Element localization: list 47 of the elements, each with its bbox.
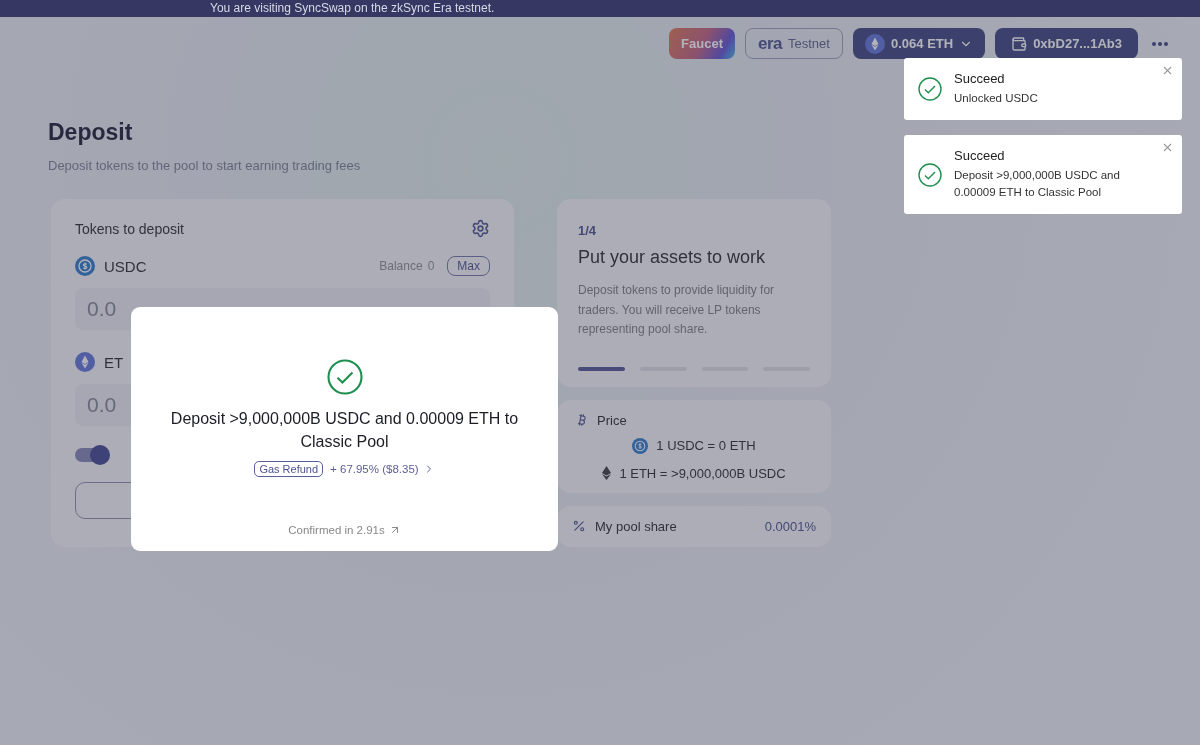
usdc-coin-icon xyxy=(632,437,649,454)
testnet-banner: You are visiting SyncSwap on the zkSync Era testnet. xyxy=(0,0,1200,17)
page-title: Deposit xyxy=(48,119,134,146)
pool-share-label: My pool share xyxy=(595,518,677,534)
balance-value: 0 xyxy=(427,259,435,273)
toast-title: Succeed xyxy=(954,71,1006,86)
balance-button[interactable]: 0.064 ETH xyxy=(852,28,986,59)
toast-text: Unlocked USDC xyxy=(954,91,1039,106)
price-title: Price xyxy=(597,412,627,428)
faucet-button[interactable]: Faucet xyxy=(669,28,735,59)
token-symbol: USDC xyxy=(104,257,147,275)
network-logo: era xyxy=(758,33,783,54)
close-button[interactable] xyxy=(1161,64,1174,77)
toast-text: Deposit >9,000,000B USDC and 0.00009 ETH to Classic Pool xyxy=(954,168,1121,200)
bitcoin-icon xyxy=(575,413,589,427)
network-label: Testnet xyxy=(788,36,830,51)
wallet-button[interactable]: 0xbD27...1Ab3 xyxy=(995,28,1138,59)
usdc-coin-icon xyxy=(75,256,95,276)
close-button[interactable] xyxy=(1161,141,1174,154)
toast-title: Succeed xyxy=(954,148,1006,163)
success-check-icon xyxy=(918,77,942,101)
price-rate: 1 USDC = 0 ETH xyxy=(656,438,756,453)
ethereum-icon xyxy=(602,466,612,480)
token-symbol: ET xyxy=(104,353,124,371)
balance-label: Balance xyxy=(379,259,423,273)
network-button[interactable]: era Testnet xyxy=(745,28,843,59)
page-subtitle: Deposit tokens to the pool to start earning trading fees xyxy=(48,158,362,173)
confirmed-link[interactable]: Confirmed in 2.91s xyxy=(288,524,401,536)
info-text: Deposit tokens to provide liquidity for traders. You will receive LP tokens representing pool share. xyxy=(578,283,775,336)
step-counter: 1/4 xyxy=(578,223,597,238)
info-title: Put your assets to work xyxy=(578,247,766,267)
settings-icon[interactable] xyxy=(471,219,490,238)
success-check-icon xyxy=(326,359,363,395)
gas-refund-badge: Gas Refund xyxy=(254,461,324,477)
card-title: Tokens to deposit xyxy=(75,220,184,237)
wallet-icon xyxy=(1011,35,1028,52)
ethereum-coin-icon xyxy=(75,352,95,372)
refund-link[interactable]: + 67.95% ($8.35) xyxy=(330,463,435,475)
dialog-message: Deposit >9,000,000B USDC and 0.00009 ETH to Classic Pool xyxy=(169,409,520,452)
more-icon xyxy=(1152,41,1168,46)
ethereum-coin-icon xyxy=(864,33,885,54)
success-check-icon xyxy=(918,162,942,187)
pool-share-value: 0.0001% xyxy=(764,518,816,534)
price-rate: 1 ETH = >9,000,000B USDC xyxy=(619,465,786,481)
toggle-switch[interactable] xyxy=(75,448,108,462)
max-button[interactable]: Max xyxy=(447,256,490,276)
percent-icon xyxy=(572,519,586,533)
